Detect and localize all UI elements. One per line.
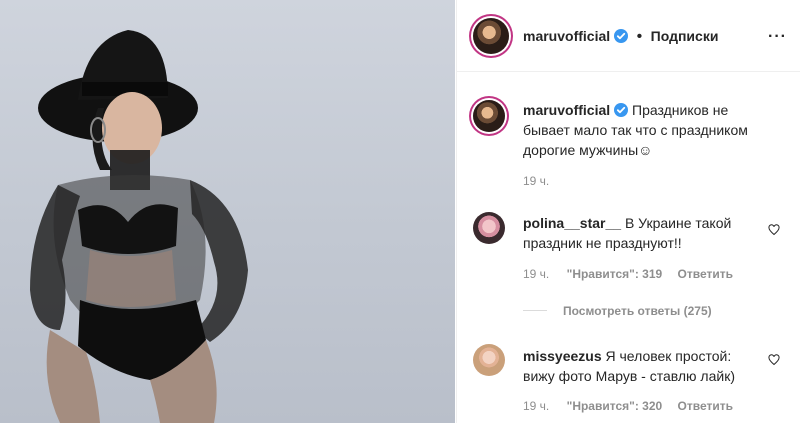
verified-badge-icon (614, 29, 629, 43)
post-details-panel: maruvofficial • Подписки ··· maruvoffici… (456, 0, 800, 423)
comment-meta: 19 ч. "Нравится": 320 Ответить (523, 399, 733, 413)
comment-likes-count[interactable]: "Нравится": 319 (567, 267, 663, 281)
caption-author-avatar[interactable] (473, 100, 505, 132)
commenter-avatar[interactable] (473, 344, 505, 376)
like-heart-icon[interactable] (768, 224, 780, 236)
post-header: maruvofficial • Подписки ··· (457, 0, 800, 72)
comment-timestamp[interactable]: 19 ч. (523, 267, 549, 281)
author-avatar[interactable] (473, 18, 509, 54)
caption-timestamp[interactable]: 19 ч. (523, 174, 549, 188)
following-button[interactable]: Подписки (651, 28, 719, 44)
separator-dot: • (636, 28, 643, 45)
comment-likes-count[interactable]: "Нравится": 320 (567, 399, 663, 413)
more-options-icon[interactable]: ··· (768, 28, 787, 46)
verified-badge-icon (614, 103, 629, 117)
caption-text-block: maruvofficial Праздников не бывает мало … (523, 100, 773, 160)
replies-divider-line (523, 310, 547, 312)
header-author-line: maruvofficial • Подписки (523, 28, 718, 46)
commenter-username[interactable]: missyeezus (523, 348, 602, 364)
comment-text-block: missyeezus Я человек простой: вижу фото … (523, 346, 763, 386)
caption-author-username[interactable]: maruvofficial (523, 102, 610, 118)
comment-text-block: polina__star__ В Украине такой праздник … (523, 213, 763, 253)
commenter-avatar[interactable] (473, 212, 505, 244)
post-photo[interactable] (0, 0, 455, 423)
reply-button[interactable]: Ответить (678, 399, 733, 413)
reply-button[interactable]: Ответить (678, 267, 733, 281)
comment-timestamp[interactable]: 19 ч. (523, 399, 549, 413)
view-replies-row[interactable]: Посмотреть ответы (275) (523, 302, 712, 320)
like-heart-icon[interactable] (768, 354, 780, 366)
view-replies-button[interactable]: Посмотреть ответы (275) (563, 304, 712, 318)
comment-meta: 19 ч. "Нравится": 319 Ответить (523, 267, 733, 281)
photo-illustration (30, 30, 248, 423)
commenter-username[interactable]: polina__star__ (523, 215, 621, 231)
author-username[interactable]: maruvofficial (523, 28, 610, 44)
